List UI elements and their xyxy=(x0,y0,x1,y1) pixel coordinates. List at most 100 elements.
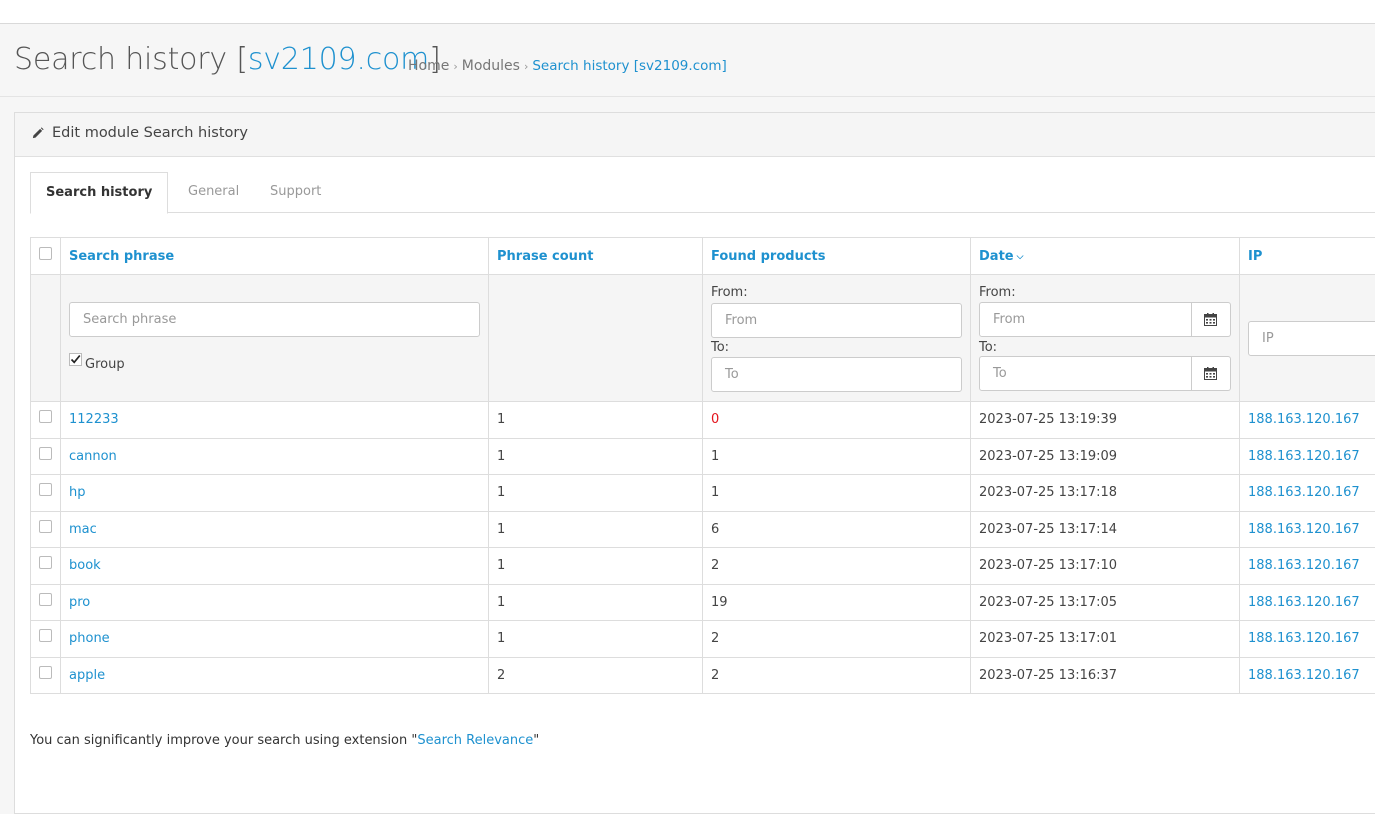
row-ip[interactable]: 188.163.120.167 xyxy=(1240,548,1375,585)
row-phrase-count: 1 xyxy=(489,584,703,621)
filter-row: Search phrase Group From: From To: To Fr… xyxy=(31,275,1375,402)
breadcrumb: Home›Modules›Search history [sv2109.com] xyxy=(408,58,727,74)
search-phrase-input[interactable]: Search phrase xyxy=(69,302,480,337)
group-checkbox[interactable] xyxy=(69,353,82,366)
panel-heading: Edit module Search history xyxy=(15,113,1375,157)
filter-empty-cell xyxy=(31,275,61,402)
tab-bar: Search history General Support xyxy=(30,172,1375,213)
found-from-label: From: xyxy=(711,285,748,300)
column-phrase-count[interactable]: Phrase count xyxy=(489,238,703,275)
row-search-phrase[interactable]: apple xyxy=(61,657,489,694)
found-from-input[interactable]: From xyxy=(711,303,962,338)
row-checkbox-cell xyxy=(31,511,61,548)
row-date: 2023-07-25 13:17:18 xyxy=(971,475,1240,512)
row-checkbox-cell xyxy=(31,475,61,512)
row-checkbox[interactable] xyxy=(39,556,52,569)
row-phrase-count: 1 xyxy=(489,621,703,658)
date-from-calendar-button[interactable] xyxy=(1192,302,1231,337)
filter-date-cell: From: From To: To xyxy=(971,275,1240,402)
checkmark-icon xyxy=(69,353,82,366)
date-to-input[interactable]: To xyxy=(979,356,1192,391)
row-ip[interactable]: 188.163.120.167 xyxy=(1240,511,1375,548)
row-checkbox-cell xyxy=(31,621,61,658)
row-checkbox[interactable] xyxy=(39,593,52,606)
filter-phrase-count-cell xyxy=(489,275,703,402)
panel-title: Edit module Search history xyxy=(52,125,248,141)
row-checkbox[interactable] xyxy=(39,410,52,423)
row-checkbox-cell xyxy=(31,402,61,439)
row-found-products: 2 xyxy=(703,621,971,658)
row-found-products: 2 xyxy=(703,657,971,694)
chevron-down-icon: ⌵ xyxy=(1017,252,1024,262)
tab-search-history[interactable]: Search history xyxy=(30,172,168,214)
search-relevance-link[interactable]: Search Relevance xyxy=(417,733,533,748)
table-row: hp112023-07-25 13:17:18188.163.120.167 xyxy=(31,475,1375,512)
tab-support[interactable]: Support xyxy=(255,172,336,212)
date-to-label: To: xyxy=(979,340,997,355)
row-ip[interactable]: 188.163.120.167 xyxy=(1240,657,1375,694)
row-search-phrase[interactable]: 112233 xyxy=(61,402,489,439)
row-date: 2023-07-25 13:17:10 xyxy=(971,548,1240,585)
row-search-phrase[interactable]: mac xyxy=(61,511,489,548)
table-header-row: Search phrase Phrase count Found product… xyxy=(31,238,1375,275)
group-checkbox-row[interactable]: Group xyxy=(69,355,125,372)
column-date[interactable]: Date⌵ xyxy=(971,238,1240,275)
date-to-calendar-button[interactable] xyxy=(1192,356,1231,391)
row-ip[interactable]: 188.163.120.167 xyxy=(1240,621,1375,658)
row-checkbox[interactable] xyxy=(39,447,52,460)
row-search-phrase[interactable]: pro xyxy=(61,584,489,621)
row-ip[interactable]: 188.163.120.167 xyxy=(1240,402,1375,439)
select-all-checkbox[interactable] xyxy=(39,247,52,260)
row-checkbox[interactable] xyxy=(39,666,52,679)
breadcrumb-separator: › xyxy=(524,60,528,73)
row-checkbox[interactable] xyxy=(39,483,52,496)
calendar-icon xyxy=(1204,313,1217,326)
date-from-input[interactable]: From xyxy=(979,302,1192,337)
row-search-phrase[interactable]: cannon xyxy=(61,438,489,475)
column-search-phrase[interactable]: Search phrase xyxy=(61,238,489,275)
row-ip[interactable]: 188.163.120.167 xyxy=(1240,584,1375,621)
row-checkbox[interactable] xyxy=(39,520,52,533)
store-domain: sv2109.com xyxy=(248,42,429,77)
table-row: 112233102023-07-25 13:19:39188.163.120.1… xyxy=(31,402,1375,439)
row-date: 2023-07-25 13:16:37 xyxy=(971,657,1240,694)
tab-general[interactable]: General xyxy=(173,172,254,212)
row-ip[interactable]: 188.163.120.167 xyxy=(1240,475,1375,512)
table-body: 112233102023-07-25 13:19:39188.163.120.1… xyxy=(31,402,1375,694)
row-date: 2023-07-25 13:17:14 xyxy=(971,511,1240,548)
row-ip[interactable]: 188.163.120.167 xyxy=(1240,438,1375,475)
table-row: pro1192023-07-25 13:17:05188.163.120.167 xyxy=(31,584,1375,621)
row-found-products: 6 xyxy=(703,511,971,548)
ip-input[interactable]: IP xyxy=(1248,321,1375,356)
row-search-phrase[interactable]: book xyxy=(61,548,489,585)
row-phrase-count: 1 xyxy=(489,475,703,512)
row-search-phrase[interactable]: phone xyxy=(61,621,489,658)
row-date: 2023-07-25 13:19:39 xyxy=(971,402,1240,439)
search-history-table: Search phrase Phrase count Found product… xyxy=(30,237,1375,694)
table-row: apple222023-07-25 13:16:37188.163.120.16… xyxy=(31,657,1375,694)
table-row: book122023-07-25 13:17:10188.163.120.167 xyxy=(31,548,1375,585)
breadcrumb-current[interactable]: Search history [sv2109.com] xyxy=(532,58,726,74)
found-to-input[interactable]: To xyxy=(711,357,962,392)
page-title: Search history [sv2109.com] xyxy=(14,42,441,77)
column-ip[interactable]: IP xyxy=(1240,238,1375,275)
table-row: phone122023-07-25 13:17:01188.163.120.16… xyxy=(31,621,1375,658)
row-checkbox-cell xyxy=(31,438,61,475)
row-checkbox[interactable] xyxy=(39,629,52,642)
row-date: 2023-07-25 13:17:05 xyxy=(971,584,1240,621)
date-from-label: From: xyxy=(979,285,1016,300)
row-search-phrase[interactable]: hp xyxy=(61,475,489,512)
row-phrase-count: 1 xyxy=(489,438,703,475)
row-found-products: 2 xyxy=(703,548,971,585)
column-found-products[interactable]: Found products xyxy=(703,238,971,275)
row-found-products: 19 xyxy=(703,584,971,621)
page-header: Search history [sv2109.com] Home › Modules… xyxy=(0,24,1375,97)
breadcrumb-home[interactable]: Home xyxy=(408,58,449,74)
breadcrumb-modules[interactable]: Modules xyxy=(462,58,520,74)
row-phrase-count: 1 xyxy=(489,511,703,548)
found-to-label: To: xyxy=(711,340,729,355)
row-checkbox-cell xyxy=(31,657,61,694)
row-phrase-count: 2 xyxy=(489,657,703,694)
filter-found-products-cell: From: From To: To xyxy=(703,275,971,402)
pencil-icon xyxy=(31,127,44,140)
